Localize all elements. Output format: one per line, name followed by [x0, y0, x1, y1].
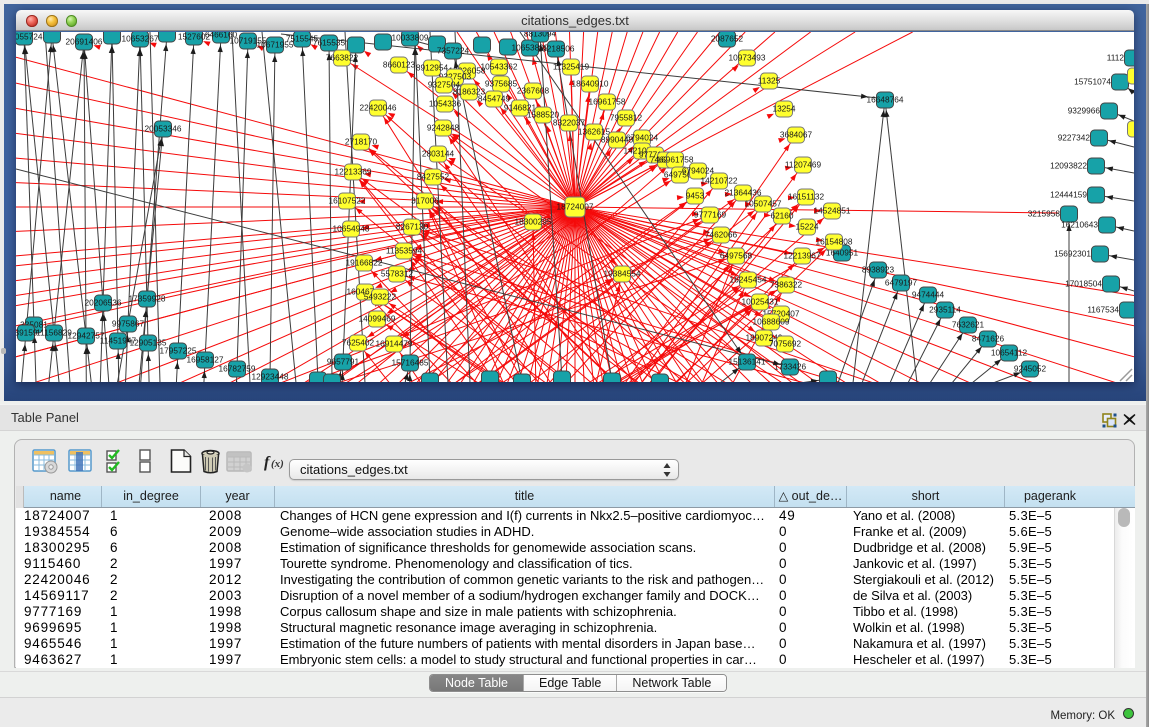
svg-text:39159: 39159 [16, 328, 38, 338]
svg-text:9375685: 9375685 [485, 79, 518, 89]
svg-text:20691406: 20691406 [66, 37, 103, 47]
svg-text:10688609: 10688609 [753, 317, 790, 327]
svg-text:8267130: 8267130 [396, 222, 429, 232]
svg-text:11207469: 11207469 [785, 160, 822, 170]
svg-text:9242848: 9242848 [427, 123, 460, 133]
svg-text:21364436: 21364436 [725, 188, 762, 198]
svg-text:1167534: 1167534 [1087, 305, 1119, 315]
svg-text:6794024: 6794024 [682, 166, 715, 176]
svg-text:9975867: 9975867 [112, 319, 145, 329]
svg-text:(x): (x) [271, 458, 284, 470]
svg-text:20206536: 20206536 [85, 298, 122, 308]
svg-text:5493222: 5493222 [364, 292, 397, 302]
svg-text:8813094: 8813094 [524, 32, 557, 39]
svg-text:16961758: 16961758 [657, 155, 694, 165]
svg-text:10033809: 10033809 [392, 33, 429, 43]
svg-text:7625402: 7625402 [342, 338, 375, 348]
svg-text:9245052: 9245052 [1014, 364, 1047, 374]
svg-text:10025431: 10025431 [742, 297, 779, 307]
svg-text:7357224: 7357224 [437, 46, 470, 56]
svg-text:8660123: 8660123 [383, 60, 416, 70]
svg-text:16648764: 16648764 [867, 95, 904, 105]
svg-text:15224: 15224 [795, 222, 818, 232]
svg-text:11353594: 11353594 [386, 246, 423, 256]
svg-text:15692301: 15692301 [1054, 249, 1091, 259]
svg-text:16151132: 16151132 [788, 192, 825, 202]
svg-text:10654112: 10654112 [991, 348, 1028, 358]
svg-text:17359928: 17359928 [129, 294, 166, 304]
svg-text:12923448: 12923448 [252, 372, 289, 382]
svg-text:2718170: 2718170 [345, 137, 378, 147]
svg-text:6794024: 6794024 [626, 133, 659, 143]
svg-text:10654948: 10654948 [333, 224, 370, 234]
svg-text:8427552: 8427552 [417, 172, 450, 182]
svg-text:15751074: 15751074 [1074, 77, 1111, 87]
svg-text:16210643: 16210643 [1061, 220, 1098, 230]
svg-text:15716485: 15716485 [392, 358, 429, 368]
svg-text:7632621: 7632621 [952, 320, 985, 330]
svg-text:62160: 62160 [770, 211, 793, 221]
svg-text:16914479: 16914479 [376, 339, 413, 349]
svg-text:20053346: 20053346 [145, 124, 182, 134]
svg-text:9657791: 9657791 [327, 357, 360, 367]
svg-text:7075692: 7075692 [769, 339, 802, 349]
svg-text:12444159: 12444159 [1050, 190, 1087, 200]
svg-text:6497568: 6497568 [720, 251, 753, 261]
svg-text:5578312: 5578312 [381, 269, 414, 279]
svg-text:11325419: 11325419 [553, 62, 590, 72]
svg-text:17018504: 17018504 [1065, 279, 1102, 289]
svg-text:1733426: 1733426 [774, 362, 807, 372]
svg-text:7615535: 7615535 [313, 38, 346, 48]
svg-text:13254: 13254 [772, 104, 795, 114]
svg-text:9453: 9453 [686, 191, 705, 201]
svg-text:7663822: 7663822 [326, 53, 359, 63]
svg-text:12093822: 12093822 [1050, 161, 1087, 171]
svg-text:7386322: 7386322 [770, 280, 803, 290]
svg-text:10653267: 10653267 [122, 34, 159, 44]
svg-text:15136141: 15136141 [729, 357, 766, 367]
svg-text:14210722: 14210722 [701, 176, 738, 186]
svg-text:16245454: 16245454 [730, 275, 767, 285]
svg-text:f: f [264, 454, 271, 471]
svg-text:12213967: 12213967 [784, 251, 821, 261]
svg-text:2087652: 2087652 [711, 34, 744, 44]
svg-text:317006: 317006 [411, 196, 439, 206]
svg-text:9474444: 9474444 [912, 290, 945, 300]
svg-text:6479197: 6479197 [885, 278, 918, 288]
svg-text:14099469: 14099469 [359, 314, 396, 324]
svg-text:18300295: 18300295 [515, 217, 552, 227]
svg-text:3684067: 3684067 [780, 130, 813, 140]
svg-text:18724007: 18724007 [557, 202, 594, 212]
svg-text:9329966: 9329966 [1068, 106, 1101, 116]
svg-text:22420046: 22420046 [360, 103, 397, 113]
svg-text:14524851: 14524851 [814, 206, 851, 216]
svg-text:12213369: 12213369 [335, 167, 372, 177]
svg-text:16107522: 16107522 [329, 196, 366, 206]
svg-text:7955812: 7955812 [610, 113, 643, 123]
svg-text:10507457: 10507457 [745, 199, 782, 209]
svg-text:18640910: 18640910 [572, 79, 609, 89]
svg-text:9227342: 9227342 [1058, 133, 1091, 143]
svg-text:19384554: 19384554 [604, 269, 641, 279]
svg-text:1054336: 1054336 [429, 99, 462, 109]
svg-text:2935114: 2935114 [929, 305, 961, 315]
svg-text:8471626: 8471626 [972, 334, 1005, 344]
svg-text:8938923: 8938923 [862, 265, 895, 275]
svg-text:16782759: 16782759 [219, 364, 256, 374]
svg-text:10543362: 10543362 [481, 62, 518, 72]
svg-text:16961758: 16961758 [589, 97, 626, 107]
svg-text:3215958: 3215958 [1028, 209, 1061, 219]
svg-text:19166822: 19166822 [346, 258, 383, 268]
svg-text:10973493: 10973493 [729, 53, 766, 63]
svg-text:19218506: 19218506 [538, 44, 575, 54]
svg-text:2803144: 2803144 [422, 149, 455, 159]
svg-text:11325: 11325 [758, 76, 781, 86]
svg-text:9777169: 9777169 [694, 210, 727, 220]
svg-text:2367608: 2367608 [517, 86, 550, 96]
svg-text:7462066: 7462066 [705, 230, 738, 240]
svg-text:16154808: 16154808 [816, 237, 853, 247]
svg-text:14055724: 14055724 [16, 32, 43, 42]
svg-text:1112: 1112 [1107, 53, 1125, 63]
